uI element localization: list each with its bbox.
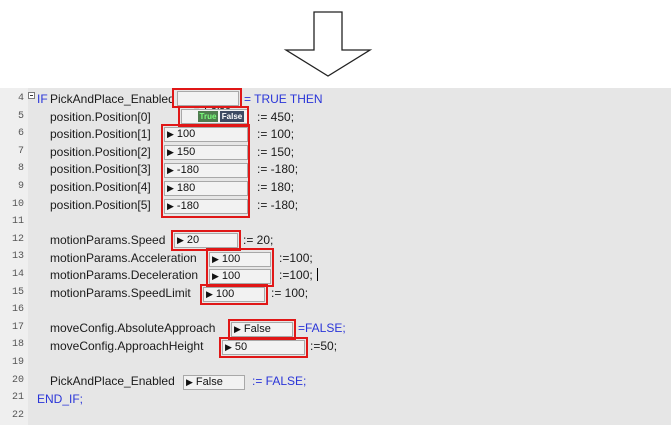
variable-name: motionParams.Deceleration <box>50 268 199 282</box>
if-keyword: IF <box>37 92 48 106</box>
line-number: 20 <box>11 375 24 386</box>
highlight-box <box>200 284 268 305</box>
assignment: := 20; <box>243 233 274 247</box>
highlight-box <box>206 248 274 287</box>
play-triangle-icon: ▶ <box>186 377 193 387</box>
highlight-box <box>172 88 242 108</box>
then-condition: = TRUE THEN <box>244 92 323 106</box>
line-number: 9 <box>17 181 24 192</box>
line-number-gutter: 4 5 6 7 8 9 10 11 12 13 14 15 16 17 18 1… <box>0 88 28 425</box>
assignment: :=100; <box>279 268 313 282</box>
collapse-box-icon[interactable] <box>28 92 35 99</box>
highlight-box <box>219 337 308 358</box>
line-number: 19 <box>11 357 24 368</box>
assignment: =FALSE; <box>298 321 346 335</box>
variable-name: PickAndPlace_Enabled <box>50 374 175 388</box>
assignment: := 180; <box>257 180 295 194</box>
text-cursor <box>317 268 318 281</box>
variable-name: position.Position[1] <box>50 127 151 141</box>
assignment: :=100; <box>279 251 313 265</box>
online-value-dropdown[interactable]: ▶ False <box>183 375 245 390</box>
line-number: 8 <box>17 163 24 174</box>
assignment: := FALSE; <box>252 374 307 388</box>
variable-name: motionParams.Acceleration <box>50 251 197 265</box>
assignment: := -180; <box>257 198 299 212</box>
assignment: := 450; <box>257 110 295 124</box>
assignment: := 150; <box>257 145 295 159</box>
variable-name: moveConfig.AbsoluteApproach <box>50 321 216 335</box>
code-editor[interactable]: 4 5 6 7 8 9 10 11 12 13 14 15 16 17 18 1… <box>0 88 671 425</box>
line-number: 10 <box>11 199 24 210</box>
line-number: 22 <box>11 410 24 421</box>
variable-name: PickAndPlace_Enabled <box>50 92 175 106</box>
variable-name: position.Position[0] <box>50 110 151 124</box>
line-number: 21 <box>11 392 24 403</box>
variable-name: motionParams.SpeedLimit <box>50 286 191 300</box>
assignment: := -180; <box>257 162 299 176</box>
variable-name: position.Position[2] <box>50 145 151 159</box>
line-number: 12 <box>11 234 24 245</box>
line-number: 14 <box>11 269 24 280</box>
assignment: :=50; <box>310 339 338 353</box>
variable-name: position.Position[5] <box>50 198 151 212</box>
line-number: 16 <box>11 304 24 315</box>
end-if-keyword: END_IF; <box>37 392 84 406</box>
line-number: 15 <box>11 287 24 298</box>
variable-name: moveConfig.ApproachHeight <box>50 339 204 353</box>
line-number: 7 <box>17 146 24 157</box>
assignment: := 100; <box>271 286 309 300</box>
line-number: 18 <box>11 339 24 350</box>
highlight-box <box>161 124 250 218</box>
line-number: 13 <box>11 251 24 262</box>
line-number: 6 <box>17 128 24 139</box>
line-number: 11 <box>11 216 24 227</box>
line-number: 4 <box>17 93 24 104</box>
variable-name: position.Position[3] <box>50 162 151 176</box>
down-arrow-icon <box>283 11 373 77</box>
assignment: := 100; <box>257 127 295 141</box>
variable-name: motionParams.Speed <box>50 233 166 247</box>
line-number: 5 <box>17 111 24 122</box>
variable-name: position.Position[4] <box>50 180 151 194</box>
line-number: 17 <box>11 322 24 333</box>
